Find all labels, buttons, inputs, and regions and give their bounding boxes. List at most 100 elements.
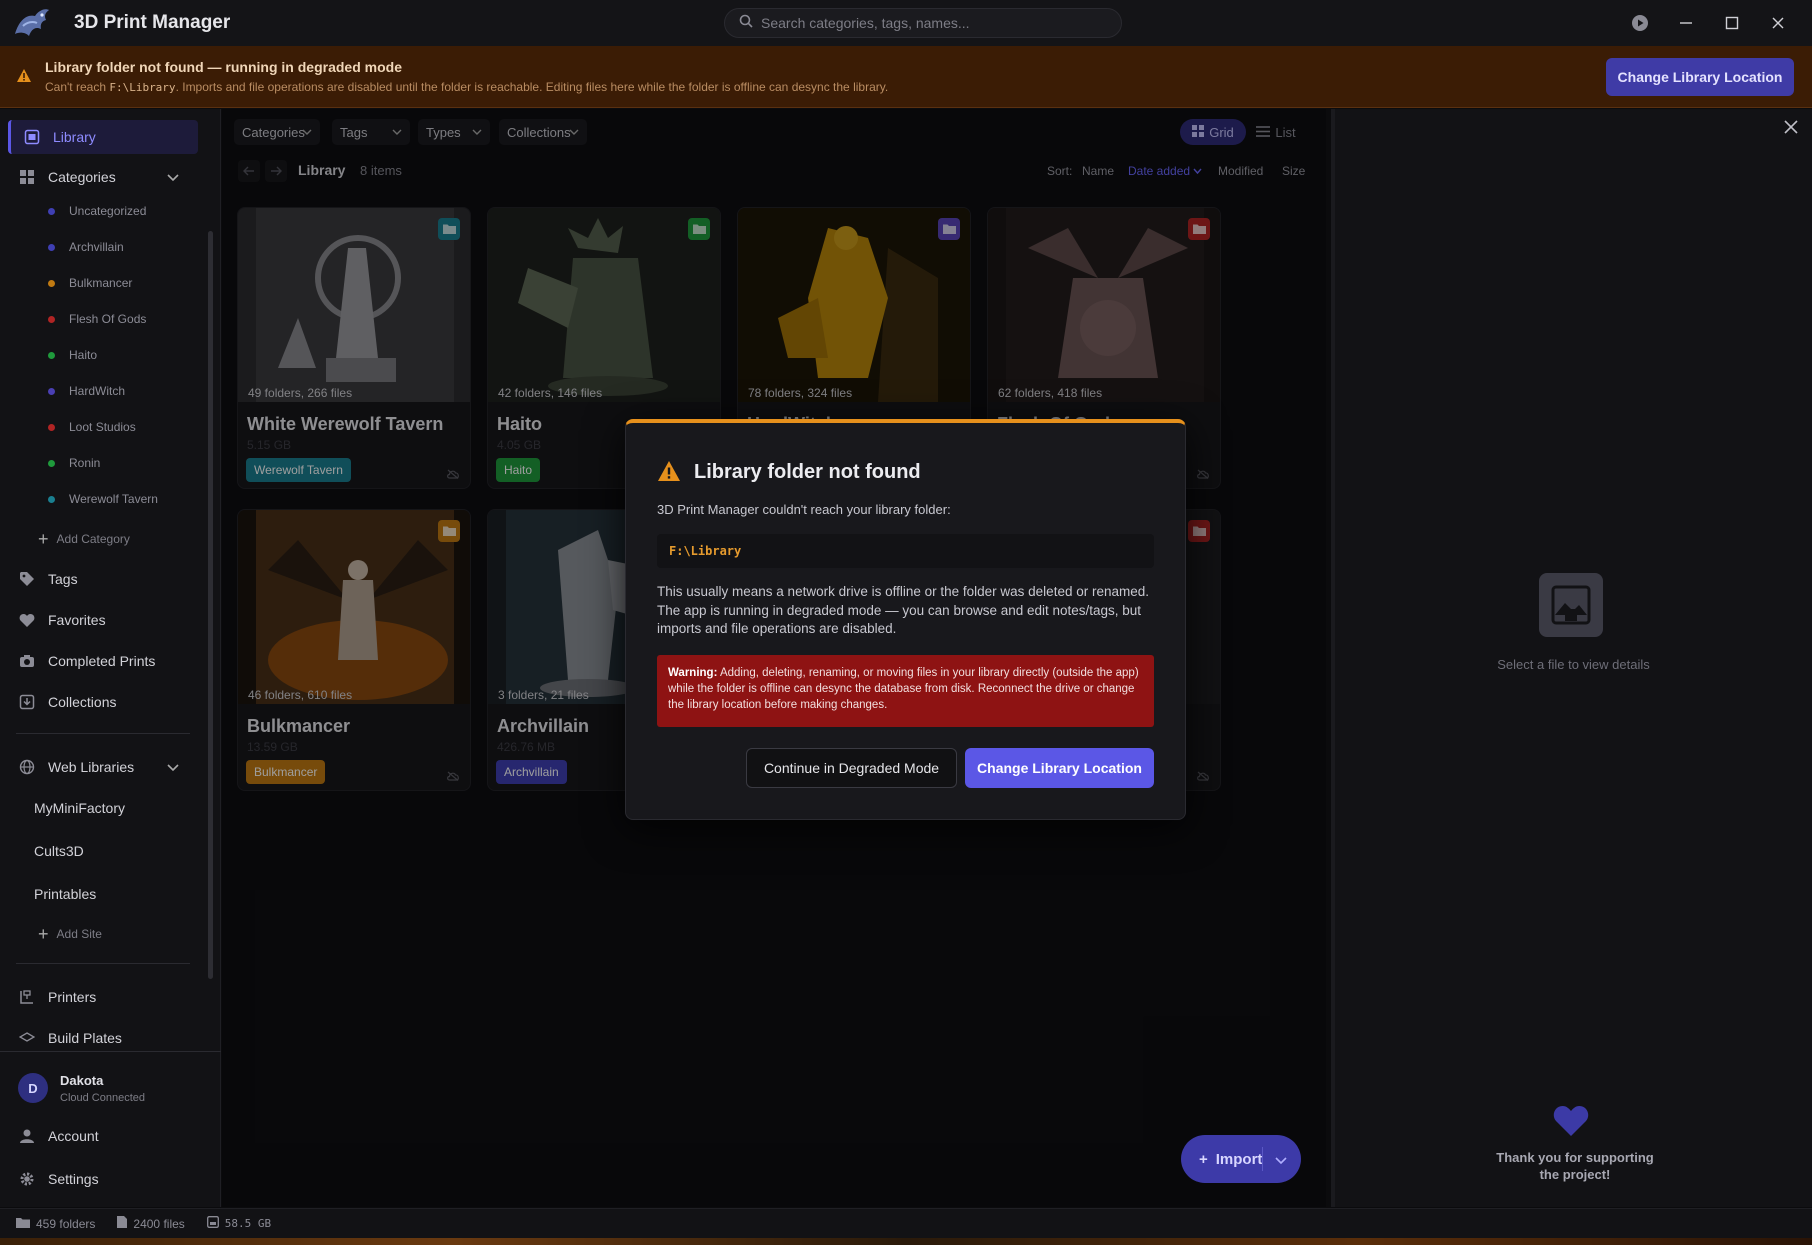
continue-degraded-button[interactable]: Continue in Degraded Mode: [746, 748, 957, 788]
heart-icon: [16, 611, 38, 629]
avatar: D: [18, 1073, 48, 1103]
category-item[interactable]: Loot Studios: [0, 412, 205, 442]
sidebar-item-library[interactable]: Library: [8, 120, 198, 154]
sidebar-divider: [16, 963, 190, 964]
category-color-dot: [48, 243, 55, 251]
add-site-button[interactable]: + Add Site: [38, 923, 102, 945]
user-name: Dakota: [60, 1073, 104, 1088]
banner-change-location-button[interactable]: Change Library Location: [1606, 58, 1794, 96]
app-window: 3D Print Manager Library folder not foun…: [0, 0, 1812, 1245]
app-title: 3D Print Manager: [74, 12, 231, 33]
category-color-dot: [48, 279, 55, 287]
category-label: Haito: [69, 348, 98, 362]
search-input[interactable]: [761, 15, 1101, 31]
sidebar-item-categories[interactable]: Categories: [0, 160, 205, 194]
file-count: 2400 files: [117, 1216, 185, 1231]
sidebar-item-build-plates[interactable]: Build Plates: [0, 1021, 205, 1055]
banner-text: Can't reach F:\Library. Imports and file…: [45, 80, 889, 94]
drive-icon: [206, 1216, 219, 1231]
plus-icon: +: [1199, 1150, 1208, 1168]
sidebar-item-collections[interactable]: Collections: [0, 685, 205, 719]
category-item[interactable]: Ronin: [0, 448, 205, 478]
category-label: Ronin: [69, 456, 101, 470]
dragon-logo-icon: [0, 0, 62, 46]
category-color-dot: [48, 387, 55, 395]
warning-alert: Warning: Adding, deleting, renaming, or …: [657, 655, 1154, 727]
folder-count: 459 folders: [16, 1217, 95, 1231]
globe-icon: [16, 758, 38, 776]
support-message: Thank you for supporting the project!: [1496, 1150, 1654, 1182]
file-icon: [117, 1216, 128, 1231]
banner-title: Library folder not found — running in de…: [45, 59, 402, 75]
category-item[interactable]: Werewolf Tavern: [0, 484, 205, 514]
search-bar[interactable]: [724, 8, 1122, 38]
heart-icon: [1553, 1105, 1589, 1142]
minimize-icon[interactable]: [1672, 10, 1700, 36]
grid-icon: [16, 168, 38, 186]
sidebar-item-settings[interactable]: Settings: [0, 1162, 205, 1196]
dialog-intro: 3D Print Manager couldn't reach your lib…: [657, 502, 951, 517]
sidebar-item-printers[interactable]: Printers: [0, 980, 205, 1014]
storage-size: 58.5 GB: [206, 1216, 271, 1231]
close-icon[interactable]: [1764, 10, 1792, 36]
gear-icon: [16, 1170, 38, 1188]
category-color-dot: [48, 207, 55, 215]
category-label: Uncategorized: [69, 204, 147, 218]
user-icon: [16, 1127, 38, 1145]
close-icon[interactable]: [1783, 119, 1799, 140]
chevron-down-icon[interactable]: [1275, 1152, 1287, 1169]
play-icon[interactable]: [1626, 10, 1654, 36]
sidebar-item-web-libraries[interactable]: Web Libraries: [0, 750, 205, 784]
sidebar-item-completed-prints[interactable]: Completed Prints: [0, 644, 205, 678]
change-location-button[interactable]: Change Library Location: [965, 748, 1154, 788]
category-item[interactable]: Bulkmancer: [0, 268, 205, 298]
sidebar-item-tags[interactable]: Tags: [0, 562, 205, 596]
collection-icon: [16, 693, 38, 711]
sidebar-item-account[interactable]: Account: [0, 1119, 205, 1153]
sidebar-scrollbar[interactable]: [208, 231, 213, 979]
warning-icon: [16, 68, 32, 88]
category-label: Flesh Of Gods: [69, 312, 147, 326]
category-item[interactable]: Flesh Of Gods: [0, 304, 205, 334]
import-button[interactable]: + Import: [1181, 1135, 1301, 1183]
category-label: HardWitch: [69, 384, 126, 398]
chevron-down-icon: [167, 759, 179, 775]
category-label: Loot Studios: [69, 420, 136, 434]
status-bar: 459 folders 2400 files 58.5 GB: [0, 1208, 1812, 1238]
category-item[interactable]: HardWitch: [0, 376, 205, 406]
sidebar-divider: [16, 733, 190, 734]
dialog-title: Library folder not found: [694, 461, 921, 483]
sidebar-item-favorites[interactable]: Favorites: [0, 603, 205, 637]
printer-icon: [16, 988, 38, 1006]
library-not-found-dialog: Library folder not found 3D Print Manage…: [625, 419, 1186, 820]
category-label: Archvillain: [69, 240, 124, 254]
add-category-button[interactable]: + Add Category: [38, 528, 130, 550]
category-label: Bulkmancer: [69, 276, 133, 290]
plus-icon: +: [38, 528, 49, 549]
banner-path: F:\Library: [109, 81, 176, 94]
category-color-dot: [48, 495, 55, 503]
category-color-dot: [48, 459, 55, 467]
folder-icon: [16, 1217, 30, 1231]
category-item[interactable]: Archvillain: [0, 232, 205, 262]
plus-icon: +: [38, 923, 49, 944]
category-color-dot: [48, 423, 55, 431]
library-icon: [21, 128, 43, 146]
image-placeholder-icon: [1539, 573, 1603, 637]
web-library-printables[interactable]: Printables: [34, 886, 96, 902]
maximize-icon[interactable]: [1718, 10, 1746, 36]
category-color-dot: [48, 351, 55, 359]
desktop-edge: [0, 1238, 1812, 1245]
user-profile[interactable]: D Dakota Cloud Connected: [0, 1059, 221, 1113]
web-library-myminifactory[interactable]: MyMiniFactory: [34, 800, 125, 816]
category-item[interactable]: Haito: [0, 340, 205, 370]
category-item[interactable]: Uncategorized: [0, 196, 205, 226]
degraded-mode-banner: Library folder not found — running in de…: [0, 46, 1812, 108]
search-icon: [739, 14, 753, 33]
category-color-dot: [48, 315, 55, 323]
web-library-cults3d[interactable]: Cults3D: [34, 843, 84, 859]
library-path: F:\Library: [657, 534, 1154, 568]
detail-panel: Select a file to view details Thank you …: [1331, 109, 1812, 1207]
empty-state-text: Select a file to view details: [1497, 657, 1650, 672]
user-status: Cloud Connected: [60, 1092, 146, 1104]
